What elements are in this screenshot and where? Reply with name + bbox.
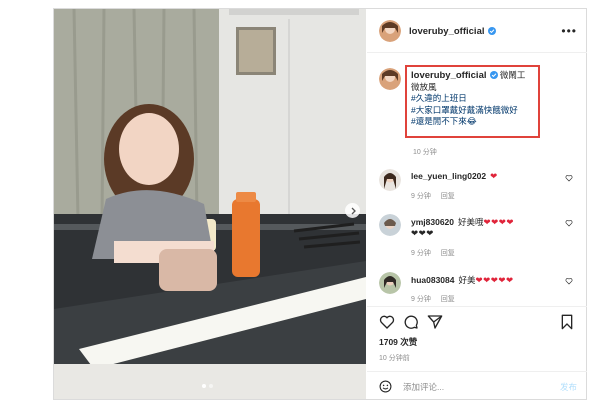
avatar[interactable] (379, 214, 401, 236)
carousel-indicator (202, 384, 213, 388)
heart-icon[interactable] (565, 219, 573, 227)
caption-text: 微鬧工 (499, 70, 526, 80)
comment-body: 好美 (458, 275, 476, 285)
comment-hearts: ❤❤❤❤❤ (475, 275, 514, 285)
comment-time: 9 分钟 (411, 193, 431, 200)
caption-username[interactable]: loveruby_official (411, 70, 487, 81)
comment-username[interactable]: lee_yuen_ling0202 (411, 171, 486, 181)
avatar[interactable] (379, 20, 401, 42)
comment-input[interactable]: 添加评论... (403, 381, 533, 393)
instagram-post: loveruby_official ••• loveruby_official … (53, 8, 587, 400)
post-timestamp: 10 分钟前 (379, 355, 410, 362)
comment-icon[interactable] (403, 314, 419, 330)
comment-time: 9 分钟 (411, 296, 431, 303)
comment-username[interactable]: ymj830620 (411, 217, 454, 227)
reply-link[interactable]: 回复 (441, 250, 455, 257)
comment-meta: 9 分钟 回复 (411, 294, 463, 304)
comment-item: ymj830620好美哦❤❤❤❤❤❤❤❤❤❤❤ 9 分钟 回复 ❤❤❤ (367, 214, 587, 258)
comment-text: ymj830620好美哦❤❤❤❤❤❤❤❤❤❤❤ (411, 216, 514, 228)
reply-link[interactable]: 回复 (441, 193, 455, 200)
caption-avatar[interactable] (379, 68, 401, 90)
hashtag-link[interactable]: #還是閒不下來😂 (411, 116, 534, 128)
comment-meta: 9 分钟 回复 (411, 248, 463, 258)
username[interactable]: loveruby_official (409, 26, 496, 37)
carousel-dot (209, 384, 213, 388)
caption-timestamp: 10 分钟 (413, 149, 437, 156)
caption-first-line: loveruby_official 微鬧工 (411, 70, 534, 82)
verified-icon (489, 71, 498, 79)
bookmark-icon[interactable] (559, 314, 575, 330)
post-header: loveruby_official ••• (367, 9, 587, 53)
like-count[interactable]: 1709 次赞 (379, 336, 417, 348)
comment-hearts: ❤ (490, 171, 498, 181)
carousel-dot (202, 384, 206, 388)
caption-highlight-box: loveruby_official 微鬧工 微放風 #久違的上班日 #大家口罩戴… (405, 65, 540, 138)
avatar[interactable] (379, 169, 401, 191)
hashtag-link[interactable]: #大家口罩戴好戴滿快餓微好 (411, 105, 534, 117)
post-photo[interactable] (54, 9, 366, 399)
photo-illustration (54, 9, 366, 399)
comment-text: lee_yuen_ling0202 ❤ (411, 171, 498, 182)
heart-icon[interactable] (379, 314, 395, 330)
comment-item: lee_yuen_ling0202 ❤ 9 分钟 回复 (367, 169, 587, 213)
next-arrow-icon (351, 207, 356, 214)
caption-text: 微放風 (411, 81, 437, 92)
next-photo-button[interactable] (345, 203, 360, 218)
heart-icon[interactable] (565, 277, 573, 285)
hashtag-link[interactable]: #久違的上班日 (411, 93, 534, 105)
add-comment-bar: 添加评论... 发布 (367, 371, 587, 399)
comment-hearts: ❤❤❤❤ (483, 217, 515, 227)
reply-link[interactable]: 回复 (441, 296, 455, 303)
comment-meta: 9 分钟 回复 (411, 191, 463, 201)
more-icon[interactable]: ••• (561, 24, 577, 38)
comment-username[interactable]: hua083084 (411, 275, 454, 285)
avatar[interactable] (379, 272, 401, 294)
comment-body: 好美哦 (458, 217, 484, 227)
comment-text: hua083084 好美❤❤❤❤❤ (411, 274, 514, 286)
heart-icon[interactable] (565, 174, 573, 182)
comment-hearts: ❤❤❤ (411, 228, 434, 238)
post-sidebar: loveruby_official ••• loveruby_official … (367, 9, 587, 399)
post-actions (367, 306, 587, 336)
comment-time: 9 分钟 (411, 250, 431, 257)
emoji-icon[interactable] (379, 380, 392, 393)
share-icon[interactable] (427, 314, 443, 330)
post-comment-button[interactable]: 发布 (560, 381, 577, 393)
verified-icon (487, 27, 496, 35)
